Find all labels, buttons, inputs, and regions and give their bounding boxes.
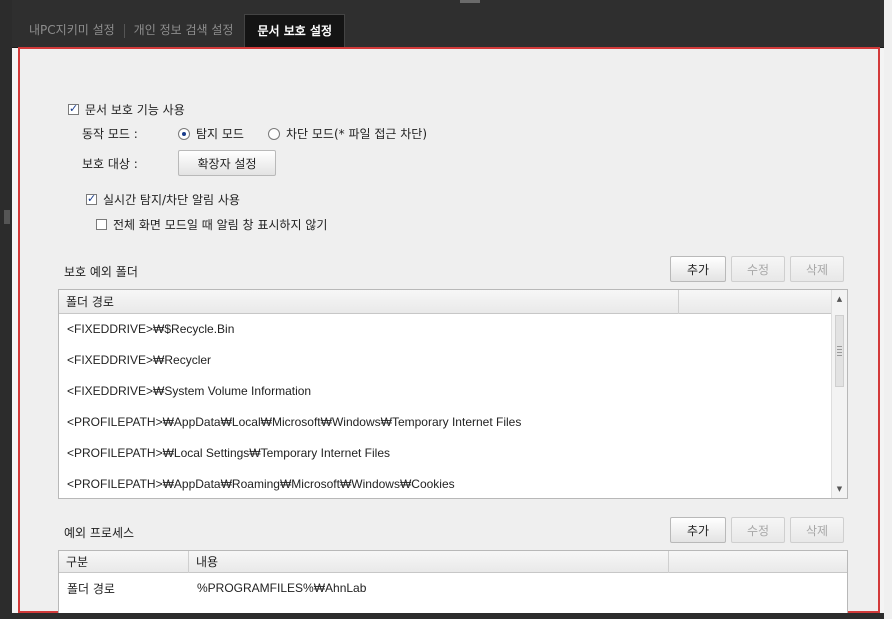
block-mode-label: 차단 모드(* 파일 접근 차단) — [285, 127, 428, 141]
tab-bar: 내PC지키미 설정 개인 정보 검색 설정 문서 보호 설정 — [12, 0, 884, 48]
column-content[interactable]: 내용 — [189, 551, 669, 573]
realtime-alert-row[interactable]: 실시간 탐지/차단 알림 사용 — [86, 191, 240, 208]
excluded-processes-buttons: 추가 수정 삭제 — [670, 517, 844, 543]
mode-label: 동작 모드 : — [82, 127, 138, 141]
detect-mode-label: 탐지 모드 — [196, 127, 244, 141]
enable-protection-row[interactable]: 문서 보호 기능 사용 — [68, 101, 185, 118]
block-mode-radio[interactable] — [267, 127, 280, 140]
enable-protection-checkbox[interactable] — [68, 102, 79, 115]
process-value-cell: %PROGRAMFILES%₩AhnLab — [197, 581, 367, 595]
delete-process-button[interactable]: 삭제 — [790, 517, 844, 543]
realtime-alert-label: 실시간 탐지/차단 알림 사용 — [103, 193, 240, 207]
realtime-alert-checkbox[interactable] — [86, 192, 97, 205]
fullscreen-label: 전체 화면 모드일 때 알림 창 표시하지 않기 — [113, 218, 328, 232]
table-row[interactable]: <PROFILEPATH>₩Local Settings₩Temporary I… — [59, 438, 847, 469]
detect-mode-option[interactable]: 탐지 모드 — [178, 125, 244, 142]
tab-document-protection-settings[interactable]: 문서 보호 설정 — [244, 14, 346, 47]
window-frame-right — [884, 0, 892, 619]
delete-folder-button[interactable]: 삭제 — [790, 256, 844, 282]
target-row: 보호 대상 : 확장자 설정 — [82, 150, 276, 176]
scroll-thumb[interactable] — [835, 315, 844, 387]
settings-panel: 문서 보호 기능 사용 동작 모드 : 탐지 모드 차단 모드(* 파일 접근 … — [18, 47, 880, 613]
add-folder-button[interactable]: 추가 — [670, 256, 726, 282]
excluded-processes-table: 구분 내용 폴더 경로 %PROGRAMFILES%₩AhnLab — [58, 550, 848, 613]
table-row[interactable]: <FIXEDDRIVE>₩Recycler — [59, 345, 847, 376]
frame-handle — [4, 210, 10, 224]
excluded-folders-buttons: 추가 수정 삭제 — [670, 256, 844, 282]
process-type-cell: 폴더 경로 — [67, 581, 115, 596]
extension-settings-button[interactable]: 확장자 설정 — [178, 150, 276, 176]
table-header: 구분 내용 — [59, 551, 847, 573]
column-folder-path[interactable]: 폴더 경로 — [59, 290, 679, 314]
table-row[interactable]: <PROFILEPATH>₩AppData₩Local₩Microsoft₩Wi… — [59, 407, 847, 438]
folders-scrollbar[interactable]: ▲ ▼ — [831, 290, 847, 498]
excluded-folders-table: 폴더 경로 <FIXEDDRIVE>₩$Recycle.Bin <FIXEDDR… — [58, 289, 848, 499]
edit-folder-button[interactable]: 수정 — [731, 256, 785, 282]
edit-process-button[interactable]: 수정 — [731, 517, 785, 543]
mode-row: 동작 모드 : 탐지 모드 차단 모드(* 파일 접근 차단) — [82, 125, 427, 142]
scroll-grip-icon — [837, 346, 842, 356]
column-type[interactable]: 구분 — [59, 551, 189, 573]
window-frame-left — [0, 0, 12, 619]
scroll-up-arrow-icon[interactable]: ▲ — [832, 291, 847, 307]
excluded-folders-title: 보호 예외 폴더 — [64, 265, 138, 279]
add-process-button[interactable]: 추가 — [670, 517, 726, 543]
window-frame-bottom — [12, 613, 884, 619]
block-mode-option[interactable]: 차단 모드(* 파일 접근 차단) — [267, 125, 428, 142]
target-label: 보호 대상 : — [82, 156, 138, 171]
tab-privacy-search-settings[interactable]: 개인 정보 검색 설정 — [125, 14, 243, 47]
table-row[interactable]: <PROFILEPATH>₩AppData₩Roaming₩Microsoft₩… — [59, 469, 847, 498]
table-row[interactable]: <FIXEDDRIVE>₩$Recycle.Bin — [59, 314, 847, 345]
table-header: 폴더 경로 — [59, 290, 847, 314]
excluded-processes-title: 예외 프로세스 — [64, 526, 135, 540]
table-row[interactable]: 폴더 경로 %PROGRAMFILES%₩AhnLab — [59, 573, 847, 603]
table-body: <FIXEDDRIVE>₩$Recycle.Bin <FIXEDDRIVE>₩R… — [59, 314, 847, 498]
enable-protection-label: 문서 보호 기능 사용 — [85, 103, 185, 117]
tab-pc-guard-settings[interactable]: 내PC지키미 설정 — [20, 14, 124, 47]
tabs: 내PC지키미 설정 개인 정보 검색 설정 문서 보호 설정 — [20, 14, 346, 47]
detect-mode-radio[interactable] — [178, 127, 190, 140]
tab-bar-notch — [460, 0, 480, 3]
fullscreen-row[interactable]: 전체 화면 모드일 때 알림 창 표시하지 않기 — [96, 216, 327, 233]
table-row[interactable]: <FIXEDDRIVE>₩System Volume Information — [59, 376, 847, 407]
scroll-down-arrow-icon[interactable]: ▼ — [832, 481, 847, 497]
fullscreen-checkbox[interactable] — [96, 219, 107, 230]
